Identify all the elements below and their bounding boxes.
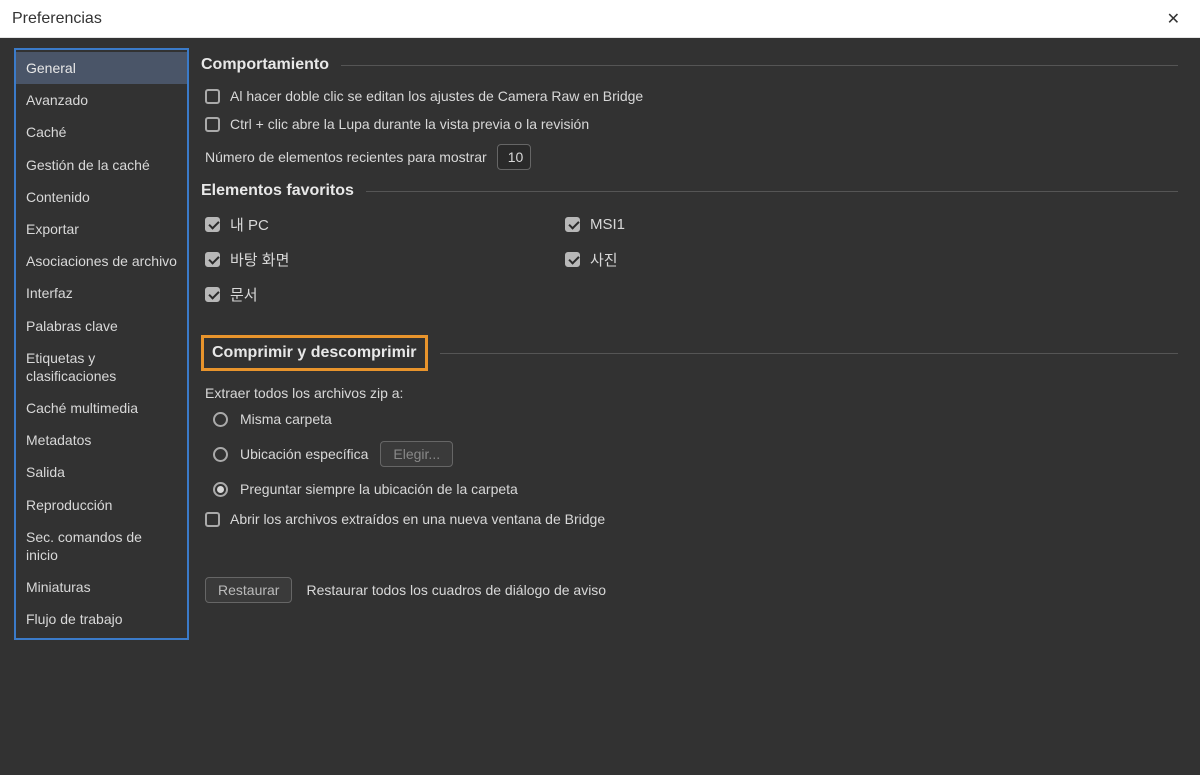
option-doubleclick[interactable]: Al hacer doble clic se editan los ajuste… — [205, 88, 1178, 104]
sidebar-item-cach-[interactable]: Caché — [16, 116, 187, 148]
favorite-item[interactable]: MSI1 — [565, 214, 925, 235]
restore-label: Restaurar todos los cuadros de diálogo d… — [306, 582, 606, 598]
checkbox-icon[interactable] — [205, 512, 220, 527]
close-icon[interactable]: ✕ — [1159, 5, 1188, 33]
radio-icon[interactable] — [213, 412, 228, 427]
favorites-grid: 내 PC MSI1 바탕 화면 사진문서 — [205, 214, 1178, 305]
checkbox-icon[interactable] — [205, 117, 220, 132]
recent-items-row: Número de elementos recientes para mostr… — [205, 144, 1178, 170]
option-label: Abrir los archivos extraídos en una nuev… — [230, 511, 605, 527]
section-header-behavior: Comportamiento — [201, 56, 1178, 74]
radio-label: Preguntar siempre la ubicación de la car… — [240, 481, 518, 497]
section-header-favorites: Elementos favoritos — [201, 182, 1178, 200]
option-open-new-window[interactable]: Abrir los archivos extraídos en una nuev… — [205, 511, 1178, 527]
sidebar-item-exportar[interactable]: Exportar — [16, 213, 187, 245]
recent-items-label: Número de elementos recientes para mostr… — [205, 149, 487, 165]
recent-items-input[interactable]: 10 — [497, 144, 531, 170]
checkbox-icon[interactable] — [205, 287, 220, 302]
choose-button[interactable]: Elegir... — [380, 441, 453, 467]
checkbox-icon[interactable] — [565, 217, 580, 232]
sidebar-item-general[interactable]: General — [16, 52, 187, 84]
sidebar-item-cach-multimedia[interactable]: Caché multimedia — [16, 392, 187, 424]
titlebar: Preferencias ✕ — [0, 0, 1200, 38]
sidebar-item-interfaz[interactable]: Interfaz — [16, 277, 187, 309]
favorite-label: 문서 — [230, 284, 258, 305]
favorite-label: 내 PC — [230, 214, 269, 235]
sidebar-item-gesti-n-de-la-cach-[interactable]: Gestión de la caché — [16, 149, 187, 181]
checkbox-icon[interactable] — [565, 252, 580, 267]
sidebar-item-etiquetas-y-clasificaciones[interactable]: Etiquetas y clasificaciones — [16, 342, 187, 392]
sidebar-item-asociaciones-de-archivo[interactable]: Asociaciones de archivo — [16, 245, 187, 277]
radio-icon[interactable] — [213, 482, 228, 497]
section-title: Comprimir y descomprimir — [212, 344, 417, 362]
divider — [366, 191, 1178, 192]
radio-label: Misma carpeta — [240, 411, 332, 427]
radio-ask-location[interactable]: Preguntar siempre la ubicación de la car… — [213, 481, 1178, 497]
restore-button[interactable]: Restaurar — [205, 577, 292, 603]
sidebar-item-miniaturas[interactable]: Miniaturas — [16, 571, 187, 603]
sidebar-item-sec-comandos-de-inicio[interactable]: Sec. comandos de inicio — [16, 521, 187, 571]
favorite-item[interactable]: 내 PC — [205, 214, 565, 235]
radio-specific-location[interactable]: Ubicación específica Elegir... — [213, 441, 1178, 467]
checkbox-icon[interactable] — [205, 217, 220, 232]
favorite-label: 바탕 화면 — [230, 249, 289, 270]
option-label: Al hacer doble clic se editan los ajuste… — [230, 88, 643, 104]
sidebar-item-metadatos[interactable]: Metadatos — [16, 424, 187, 456]
sidebar: GeneralAvanzadoCachéGestión de la cachéC… — [14, 48, 189, 640]
sidebar-item-reproducci-n[interactable]: Reproducción — [16, 489, 187, 521]
highlight-box: Comprimir y descomprimir — [201, 335, 428, 371]
checkbox-icon[interactable] — [205, 252, 220, 267]
extract-label: Extraer todos los archivos zip a: — [205, 385, 1178, 401]
option-ctrlclick[interactable]: Ctrl + clic abre la Lupa durante la vist… — [205, 116, 1178, 132]
option-label: Ctrl + clic abre la Lupa durante la vist… — [230, 116, 589, 132]
radio-label: Ubicación específica — [240, 446, 368, 462]
sidebar-item-flujo-de-trabajo[interactable]: Flujo de trabajo — [16, 603, 187, 635]
restore-row: Restaurar Restaurar todos los cuadros de… — [205, 577, 1178, 603]
content: Comportamiento Al hacer doble clic se ed… — [189, 38, 1200, 775]
checkbox-icon[interactable] — [205, 89, 220, 104]
radio-same-folder[interactable]: Misma carpeta — [213, 411, 1178, 427]
divider — [440, 353, 1179, 354]
divider — [341, 65, 1178, 66]
favorite-item[interactable]: 문서 — [205, 284, 565, 305]
sidebar-item-contenido[interactable]: Contenido — [16, 181, 187, 213]
favorite-label: MSI1 — [590, 216, 625, 233]
sidebar-item-salida[interactable]: Salida — [16, 456, 187, 488]
radio-icon[interactable] — [213, 447, 228, 462]
sidebar-item-palabras-clave[interactable]: Palabras clave — [16, 310, 187, 342]
section-header-zip: Comprimir y descomprimir — [201, 335, 1178, 371]
extract-group: Extraer todos los archivos zip a: Misma … — [205, 385, 1178, 527]
section-title: Elementos favoritos — [201, 182, 354, 200]
favorite-label: 사진 — [590, 249, 618, 270]
window-title: Preferencias — [12, 10, 102, 28]
favorite-item[interactable]: 바탕 화면 — [205, 249, 565, 270]
sidebar-item-avanzado[interactable]: Avanzado — [16, 84, 187, 116]
main: GeneralAvanzadoCachéGestión de la cachéC… — [0, 38, 1200, 775]
favorite-item[interactable]: 사진 — [565, 249, 925, 270]
section-title: Comportamiento — [201, 56, 329, 74]
